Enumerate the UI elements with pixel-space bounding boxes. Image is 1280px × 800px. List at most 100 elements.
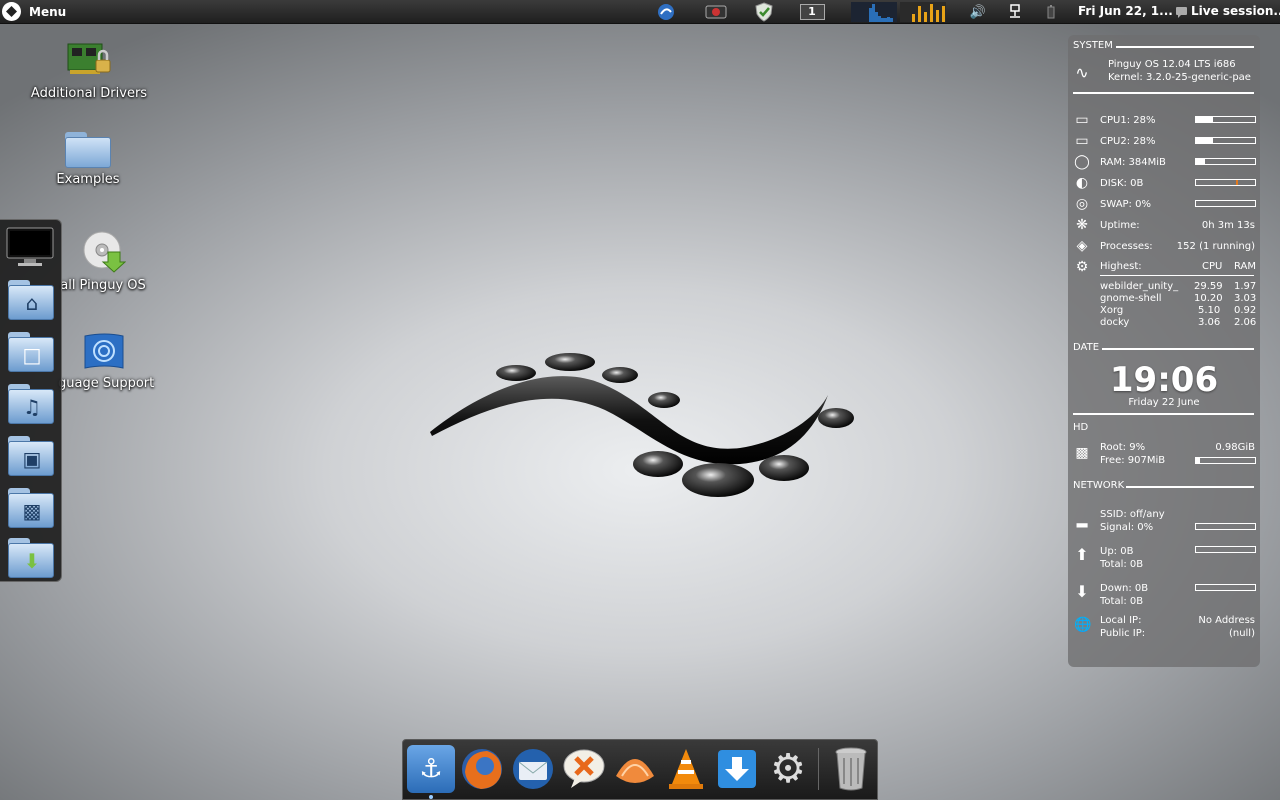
divider	[1100, 275, 1254, 276]
shield-update-icon[interactable]	[752, 2, 776, 22]
network-wired-icon[interactable]	[1006, 3, 1024, 21]
proc-cpu: 3.06	[1198, 317, 1221, 328]
desktop-icon-install-pinguy[interactable]: all Pinguy OS	[58, 230, 148, 293]
ram-bar	[1195, 158, 1256, 165]
free-space: Free: 907MiB	[1100, 455, 1166, 466]
download-speed: Down: 0B	[1100, 583, 1149, 594]
public-ip-label: Public IP:	[1100, 628, 1146, 639]
dock-separator	[818, 748, 819, 790]
proc-name: webilder_unity_	[1100, 281, 1179, 292]
upload-speed: Up: 0B	[1100, 546, 1134, 557]
divider	[1073, 92, 1254, 94]
signal-strength-icon: ▂	[1076, 512, 1088, 528]
download-arrow-icon: ⬇	[1075, 582, 1089, 601]
thunderbird-icon[interactable]	[509, 745, 557, 793]
driver-board-icon	[67, 43, 111, 74]
session-menu[interactable]: Live session...	[1191, 4, 1280, 18]
disk-label: DISK: 0B	[1100, 178, 1144, 189]
network-header: NETWORK	[1073, 480, 1125, 491]
docky-anchor-icon[interactable]: ⚓	[407, 745, 455, 793]
music-folder-icon[interactable]: ♫	[6, 382, 54, 426]
date-header: DATE	[1073, 342, 1100, 353]
desktop-icon-label: all Pinguy OS	[60, 278, 146, 293]
signal-bar	[1195, 523, 1256, 530]
processes-value: 152 (1 running)	[1176, 241, 1255, 252]
processes-label: Processes:	[1100, 241, 1153, 252]
proc-cpu: 10.20	[1194, 293, 1223, 304]
hd-bar	[1195, 457, 1256, 464]
root-usage: Root: 9%	[1100, 442, 1146, 453]
clementine-icon[interactable]	[611, 745, 659, 793]
language-flag-icon	[84, 333, 124, 369]
upload-total: Total: 0B	[1100, 559, 1144, 570]
disk-icon: ◐	[1075, 175, 1089, 191]
pidgin-icon[interactable]	[560, 745, 608, 793]
proc-ram: 3.03	[1234, 293, 1257, 304]
proc-name: docky	[1100, 317, 1130, 328]
ssid: SSID: off/any	[1100, 509, 1165, 520]
globe-icon: 🌐	[1074, 617, 1092, 633]
top-panel: Menu 1 🔊 Fri Jun 22, 1... Live session..…	[0, 0, 1280, 24]
desktop-icon-language-support[interactable]: guage Support	[58, 332, 154, 391]
ram-label: RAM: 384MiB	[1100, 157, 1166, 168]
vlc-icon[interactable]	[662, 745, 710, 793]
home-folder-icon[interactable]: ⌂	[6, 278, 54, 322]
swap-icon: ◎	[1075, 196, 1089, 212]
local-ip-value: No Address	[1198, 615, 1255, 626]
cd-install-icon	[83, 231, 127, 273]
screenshot-recorder-icon[interactable]	[704, 3, 728, 21]
folder-icon	[65, 132, 111, 168]
local-ip-label: Local IP:	[1100, 615, 1142, 626]
proc-ram: 0.92	[1234, 305, 1257, 316]
desktop-icon-label: Examples	[56, 172, 120, 187]
proc-name: Xorg	[1100, 305, 1124, 316]
uptime-value: 0h 3m 13s	[1201, 220, 1255, 231]
documents-folder-icon[interactable]: □	[6, 330, 54, 374]
cpu2-bar	[1195, 137, 1256, 144]
divider	[1073, 413, 1254, 415]
desktop-icon-examples[interactable]: Examples	[40, 132, 136, 187]
videos-folder-icon[interactable]: ▩	[6, 486, 54, 530]
settings-gear-icon[interactable]: ⚙	[764, 745, 812, 793]
conky-system-monitor: SYSTEM ∿ Pinguy OS 12.04 LTS i686 Kernel…	[1068, 35, 1260, 667]
menu-label: Menu	[29, 4, 67, 19]
divider	[1116, 46, 1254, 48]
cpu-graph	[900, 2, 946, 22]
proc-ram: 1.97	[1234, 281, 1257, 292]
active-indicator	[429, 795, 433, 799]
proc-ram: 2.06	[1234, 317, 1257, 328]
clock-date: Friday 22 June	[1128, 397, 1200, 408]
upload-bar	[1195, 546, 1256, 553]
gears-icon: ⚙	[1075, 259, 1089, 275]
network-graph	[851, 2, 897, 22]
cpu1-label: CPU1: 28%	[1100, 115, 1156, 126]
battery-icon[interactable]	[1044, 3, 1058, 21]
chat-status-icon	[1174, 3, 1188, 21]
uptime-icon: ❋	[1076, 217, 1088, 233]
clock-time: 19:06	[1109, 360, 1219, 400]
os-version: Pinguy OS 12.04 LTS i686	[1108, 59, 1236, 70]
proc-name: gnome-shell	[1100, 293, 1162, 304]
swap-label: SWAP: 0%	[1100, 199, 1151, 210]
firefox-icon[interactable]	[458, 745, 506, 793]
menu-logo-icon	[2, 2, 21, 21]
pictures-folder-icon[interactable]: ▣	[6, 434, 54, 478]
trash-icon[interactable]	[827, 745, 875, 793]
desktop-icon-additional-drivers[interactable]: Additional Drivers	[30, 38, 148, 101]
cpu-column-header: CPU	[1202, 261, 1223, 272]
signal: Signal: 0%	[1100, 522, 1154, 533]
download-icon[interactable]	[713, 745, 761, 793]
system-wave-icon: ∿	[1075, 63, 1089, 82]
volume-icon[interactable]: 🔊	[969, 3, 987, 21]
weather-icon[interactable]	[655, 3, 677, 21]
menu-button[interactable]: Menu	[2, 2, 66, 21]
divider	[1126, 486, 1254, 488]
downloads-folder-icon[interactable]: ⬇	[6, 536, 54, 580]
uptime-label: Uptime:	[1100, 220, 1140, 231]
computer-monitor-icon[interactable]	[6, 226, 54, 270]
system-header: SYSTEM	[1073, 40, 1113, 51]
hard-drive-icon: ▩	[1075, 445, 1089, 461]
bottom-dock: ⚓ ⚙	[402, 739, 878, 800]
workspace-switcher[interactable]: 1	[799, 3, 825, 21]
clock-datetime[interactable]: Fri Jun 22, 1...	[1078, 4, 1173, 18]
